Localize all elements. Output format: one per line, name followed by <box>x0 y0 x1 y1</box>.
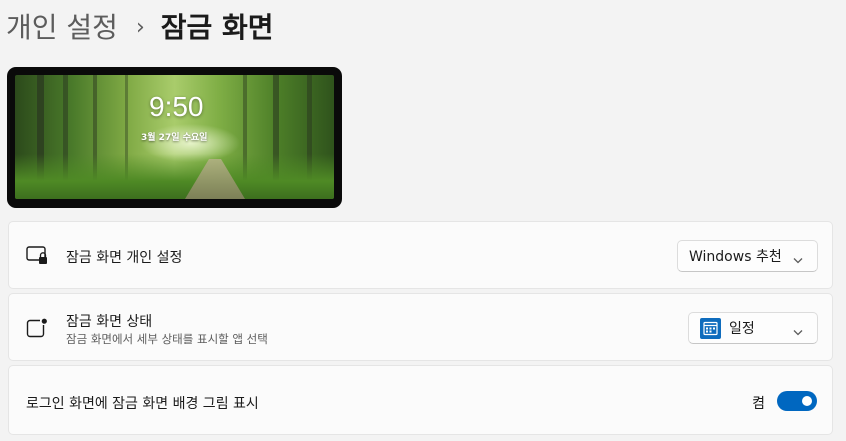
lock-screen-icon <box>26 246 48 270</box>
preview-time: 9:50 <box>149 91 204 122</box>
personalize-lock-screen-label: 잠금 화면 개인 설정 <box>66 250 183 266</box>
chevron-down-icon <box>793 324 803 340</box>
lock-screen-status-card: 잠금 화면 상태 잠금 화면에서 세부 상태를 표시할 앱 선택 일정 <box>8 293 833 361</box>
lock-screen-preview: 9:50 3월 27일 수요일 <box>7 67 342 208</box>
signin-background-toggle[interactable] <box>777 391 817 411</box>
lock-screen-status-label: 잠금 화면 상태 <box>66 314 153 330</box>
lock-screen-personalize-dropdown[interactable]: Windows 추천 <box>677 240 818 272</box>
toggle-knob <box>802 396 812 406</box>
signin-background-label: 로그인 화면에 잠금 화면 배경 그림 표시 <box>26 396 259 412</box>
personalize-lock-screen-card: 잠금 화면 개인 설정 Windows 추천 <box>8 221 833 289</box>
chevron-down-icon <box>793 252 803 268</box>
lock-screen-status-dropdown[interactable]: 일정 <box>688 312 818 344</box>
breadcrumb: 개인 설정 › 잠금 화면 <box>6 8 274 48</box>
lock-screen-preview-image: 9:50 3월 27일 수요일 <box>15 75 334 199</box>
preview-date: 3월 27일 수요일 <box>141 133 208 143</box>
page-title: 잠금 화면 <box>160 11 274 44</box>
lock-screen-status-description: 잠금 화면에서 세부 상태를 표시할 앱 선택 <box>66 332 268 346</box>
dropdown-value: Windows 추천 <box>689 249 782 265</box>
calendar-icon <box>700 317 721 339</box>
status-app-icon <box>26 318 48 342</box>
toggle-state-label: 켬 <box>752 396 765 412</box>
breadcrumb-personalization-link[interactable]: 개인 설정 <box>6 8 118 48</box>
signin-background-card: 로그인 화면에 잠금 화면 배경 그림 표시 켬 <box>8 365 833 435</box>
breadcrumb-separator: › <box>135 15 145 40</box>
dropdown-value: 일정 <box>729 321 755 337</box>
